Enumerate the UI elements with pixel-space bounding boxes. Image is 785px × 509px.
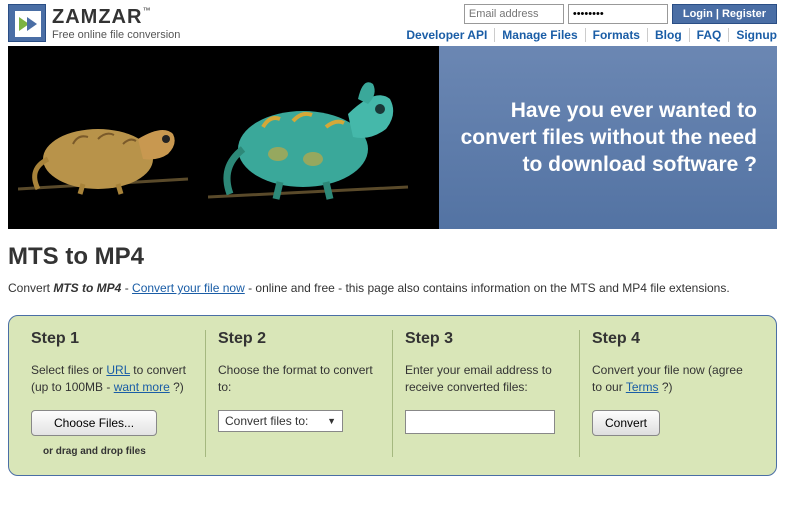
nav-developer-api[interactable]: Developer API [399,28,495,42]
email-input[interactable] [405,410,555,434]
login-register-button[interactable]: Login | Register [672,4,777,24]
step-3: Step 3 Enter your email address to recei… [393,330,580,457]
url-link[interactable]: URL [106,363,130,377]
steps-box: Step 1 Select files or URL to convert (u… [8,315,777,476]
hero-image [8,46,439,229]
password-field[interactable] [568,4,668,24]
step-4: Step 4 Convert your file now (agree to o… [580,330,766,457]
sub-prefix: Convert [8,281,53,295]
logo-area[interactable]: ZAMZAR™ Free online file conversion [8,4,180,42]
step4-heading: Step 4 [592,330,754,348]
chevron-down-icon: ▼ [327,416,336,426]
step3-text: Enter your email address to receive conv… [405,362,567,396]
brand-name: ZAMZAR [52,6,142,28]
want-more-link[interactable]: want more [114,380,170,394]
email-field[interactable] [464,4,564,24]
step-2: Step 2 Choose the format to convert to: … [206,330,393,457]
step2-text: Choose the format to convert to: [218,362,380,396]
choose-files-button[interactable]: Choose Files... [31,410,157,436]
hero-headline: Have you ever wanted to convert files wi… [459,97,757,179]
page-title: MTS to MP4 [8,243,777,271]
nav-signup[interactable]: Signup [729,28,777,42]
format-select[interactable]: Convert files to: ▼ [218,410,343,432]
drag-drop-text: or drag and drop files [43,446,193,457]
nav-formats[interactable]: Formats [586,28,648,42]
step4-text: Convert your file now (agree to our Term… [592,362,754,396]
format-select-label: Convert files to: [225,414,308,428]
brand-tagline: Free online file conversion [52,29,180,41]
hero-banner: Have you ever wanted to convert files wi… [8,46,777,229]
terms-link[interactable]: Terms [626,380,659,394]
chameleon-left-icon [18,89,208,219]
subtitle: Convert MTS to MP4 - Convert your file n… [8,281,777,295]
step-1: Step 1 Select files or URL to convert (u… [19,330,206,457]
logo-icon [8,4,46,42]
nav-faq[interactable]: FAQ [690,28,730,42]
nav-manage-files[interactable]: Manage Files [495,28,585,42]
chameleon-right-icon [208,49,428,224]
convert-now-link[interactable]: Convert your file now [132,281,245,295]
nav-blog[interactable]: Blog [648,28,690,42]
sub-bold: MTS to MP4 [53,281,121,295]
step2-heading: Step 2 [218,330,380,348]
step1-heading: Step 1 [31,330,193,348]
sub-dash1: - [121,281,132,295]
step3-heading: Step 3 [405,330,567,348]
step1-text: Select files or URL to convert (up to 10… [31,362,193,396]
sub-rest: - online and free - this page also conta… [245,281,730,295]
top-nav: Developer API Manage Files Formats Blog … [399,28,777,42]
convert-button[interactable]: Convert [592,410,660,436]
brand-tm: ™ [142,6,150,15]
